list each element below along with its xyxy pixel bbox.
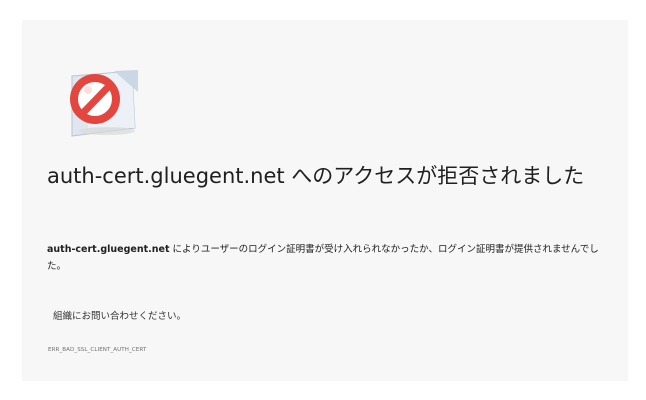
blocked-certificate-icon — [50, 56, 142, 142]
error-host: auth-cert.gluegent.net — [47, 244, 170, 255]
error-page: auth-cert.gluegent.net へのアクセスが拒否されました au… — [22, 20, 628, 381]
error-message: auth-cert.gluegent.net によりユーザーのログイン証明書が受… — [47, 241, 612, 275]
contact-organization-text: 組織にお問い合わせください。 — [53, 311, 187, 322]
page-title: auth-cert.gluegent.net へのアクセスが拒否されました — [47, 164, 585, 188]
error-code: ERR_BAD_SSL_CLIENT_AUTH_CERT — [48, 347, 147, 353]
